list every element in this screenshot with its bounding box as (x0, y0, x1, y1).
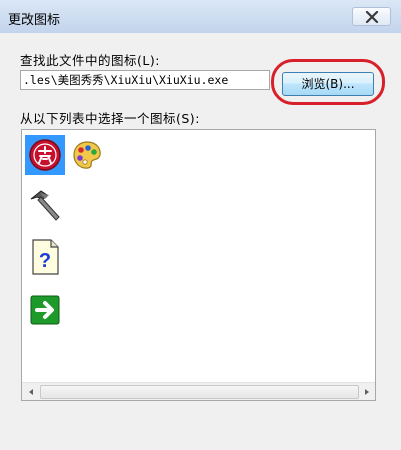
icon-list-label: 从以下列表中选择一个图标(S): (20, 111, 200, 126)
svg-text:?: ? (39, 250, 51, 272)
scroll-right-arrow-icon (364, 388, 369, 395)
icon-item[interactable] (25, 135, 65, 175)
close-button[interactable] (352, 7, 391, 26)
green-arrow-icon (30, 295, 60, 325)
icon-item[interactable]: ? (25, 237, 65, 277)
scrollbar-thumb[interactable] (40, 385, 359, 399)
dialog-body: 查找此文件中的图标(L): .les\美图秀秀\XiuXiu\XiuXiu.ex… (8, 33, 393, 443)
scroll-left-button[interactable] (22, 383, 39, 400)
icon-item[interactable] (67, 135, 107, 175)
change-icon-dialog: 更改图标 查找此文件中的图标(L): .les\美图秀秀\XiuXiu\XiuX… (0, 0, 401, 450)
title-bar[interactable]: 更改图标 (0, 0, 401, 33)
icon-item[interactable] (25, 185, 65, 225)
hammer-icon (30, 190, 60, 221)
scroll-right-button[interactable] (358, 383, 375, 400)
file-path-input[interactable]: .les\美图秀秀\XiuXiu\XiuXiu.exe (20, 70, 270, 90)
help-document-icon: ? (32, 239, 59, 275)
browse-button[interactable]: 浏览(B)... (282, 72, 374, 96)
icon-list[interactable]: ? (21, 129, 376, 401)
file-label: 查找此文件中的图标(L): (20, 53, 160, 68)
scroll-left-arrow-icon (28, 388, 33, 395)
close-icon (365, 10, 378, 23)
horizontal-scrollbar[interactable] (22, 382, 375, 400)
xiuxiu-logo-icon (29, 139, 61, 171)
icon-item[interactable] (25, 290, 65, 330)
window-title: 更改图标 (8, 13, 61, 28)
palette-icon (73, 141, 101, 169)
